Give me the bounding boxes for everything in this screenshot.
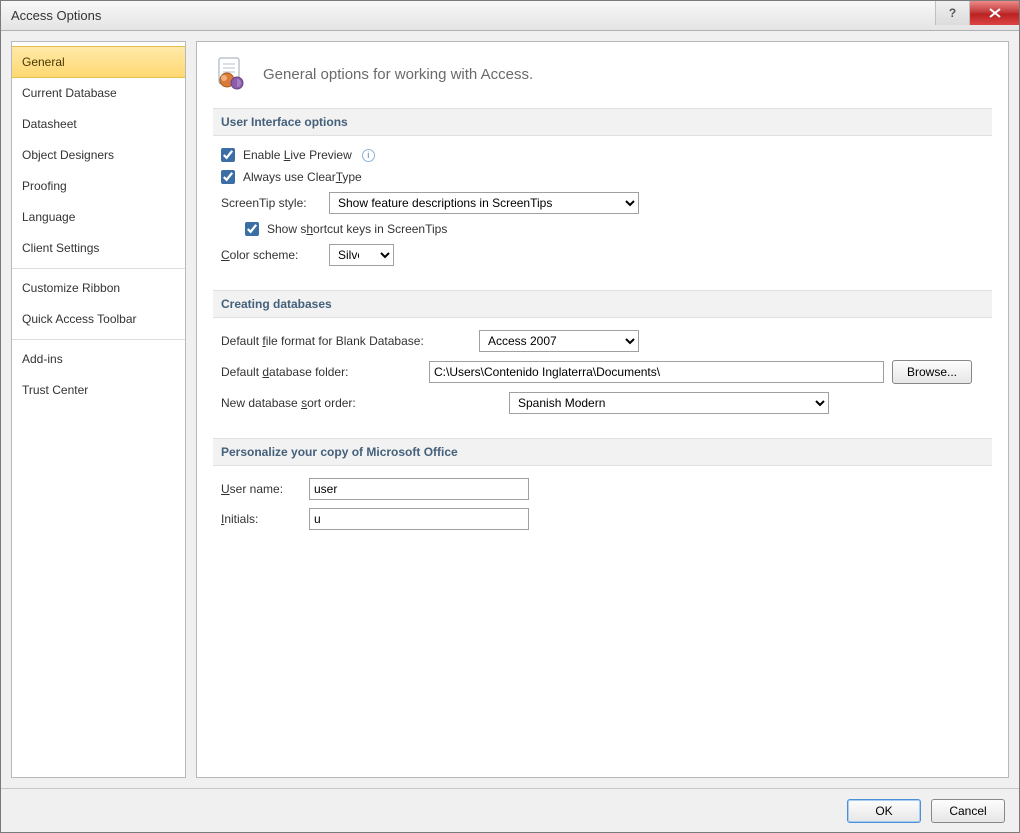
window-controls: ? bbox=[935, 1, 1019, 25]
section-personalize-body: User name: Initials: bbox=[213, 478, 992, 554]
window-title: Access Options bbox=[11, 8, 101, 23]
main-panel: General options for working with Access.… bbox=[196, 41, 1009, 778]
sidebar-item-label: Object Designers bbox=[22, 148, 114, 162]
ok-button[interactable]: OK bbox=[847, 799, 921, 823]
default-file-format-select[interactable]: Access 2007 bbox=[479, 330, 639, 352]
sidebar-item-language[interactable]: Language bbox=[12, 202, 185, 233]
sidebar-item-datasheet[interactable]: Datasheet bbox=[12, 109, 185, 140]
sidebar-item-label: Quick Access Toolbar bbox=[22, 312, 137, 326]
username-label: User name: bbox=[221, 482, 301, 496]
section-ui-body: Enable Live Preview i Always use ClearTy… bbox=[213, 148, 992, 290]
sidebar-item-quick-access-toolbar[interactable]: Quick Access Toolbar bbox=[12, 304, 185, 335]
section-db-header: Creating databases bbox=[213, 290, 992, 318]
sidebar-item-client-settings[interactable]: Client Settings bbox=[12, 233, 185, 264]
sidebar-item-proofing[interactable]: Proofing bbox=[12, 171, 185, 202]
page-title: General options for working with Access. bbox=[263, 66, 533, 83]
sidebar-separator bbox=[12, 339, 185, 340]
enable-live-preview-checkbox[interactable] bbox=[221, 148, 235, 162]
dialog-window: Access Options ? General Current Databas… bbox=[0, 0, 1020, 833]
sidebar-item-add-ins[interactable]: Add-ins bbox=[12, 344, 185, 375]
sort-order-label: New database sort order: bbox=[221, 396, 501, 410]
options-icon bbox=[213, 56, 249, 92]
page-header: General options for working with Access. bbox=[213, 56, 992, 92]
show-shortcut-keys-checkbox[interactable] bbox=[245, 222, 259, 236]
show-shortcut-keys-label: Show shortcut keys in ScreenTips bbox=[267, 222, 447, 236]
color-scheme-label: Color scheme: bbox=[221, 248, 321, 262]
category-sidebar: General Current Database Datasheet Objec… bbox=[11, 41, 186, 778]
close-icon bbox=[989, 8, 1001, 18]
sidebar-item-label: Add-ins bbox=[22, 352, 63, 366]
help-icon: ? bbox=[949, 6, 956, 20]
help-button[interactable]: ? bbox=[935, 1, 969, 25]
sidebar-separator bbox=[12, 268, 185, 269]
sidebar-item-label: Datasheet bbox=[22, 117, 77, 131]
sidebar-item-label: Client Settings bbox=[22, 241, 99, 255]
always-cleartype-checkbox[interactable] bbox=[221, 170, 235, 184]
titlebar: Access Options ? bbox=[1, 1, 1019, 31]
sidebar-item-customize-ribbon[interactable]: Customize Ribbon bbox=[12, 273, 185, 304]
sort-order-select[interactable]: Spanish Modern bbox=[509, 392, 829, 414]
sidebar-item-label: Current Database bbox=[22, 86, 117, 100]
section-db-body: Default file format for Blank Database: … bbox=[213, 330, 992, 438]
sidebar-item-label: Language bbox=[22, 210, 75, 224]
sidebar-item-current-database[interactable]: Current Database bbox=[12, 78, 185, 109]
sidebar-item-trust-center[interactable]: Trust Center bbox=[12, 375, 185, 406]
dialog-footer: OK Cancel bbox=[1, 788, 1019, 832]
sidebar-item-label: Customize Ribbon bbox=[22, 281, 120, 295]
default-file-format-label: Default file format for Blank Database: bbox=[221, 334, 471, 348]
dialog-content: General Current Database Datasheet Objec… bbox=[1, 31, 1019, 788]
browse-button[interactable]: Browse... bbox=[892, 360, 972, 384]
info-icon[interactable]: i bbox=[362, 149, 375, 162]
section-ui-header: User Interface options bbox=[213, 108, 992, 136]
cancel-button[interactable]: Cancel bbox=[931, 799, 1005, 823]
color-scheme-select[interactable]: Silver bbox=[329, 244, 394, 266]
sidebar-item-label: General bbox=[22, 55, 65, 69]
always-cleartype-label: Always use ClearType bbox=[243, 170, 362, 184]
initials-input[interactable] bbox=[309, 508, 529, 530]
screentip-style-select[interactable]: Show feature descriptions in ScreenTips bbox=[329, 192, 639, 214]
sidebar-item-general[interactable]: General bbox=[12, 46, 185, 78]
sidebar-item-object-designers[interactable]: Object Designers bbox=[12, 140, 185, 171]
sidebar-item-label: Proofing bbox=[22, 179, 67, 193]
sidebar-item-label: Trust Center bbox=[22, 383, 88, 397]
default-folder-label: Default database folder: bbox=[221, 365, 421, 379]
close-button[interactable] bbox=[969, 1, 1019, 25]
initials-label: Initials: bbox=[221, 512, 301, 526]
enable-live-preview-label: Enable Live Preview bbox=[243, 148, 352, 162]
default-folder-input[interactable] bbox=[429, 361, 884, 383]
username-input[interactable] bbox=[309, 478, 529, 500]
section-personalize-header: Personalize your copy of Microsoft Offic… bbox=[213, 438, 992, 466]
screentip-style-label: ScreenTip style: bbox=[221, 196, 321, 210]
